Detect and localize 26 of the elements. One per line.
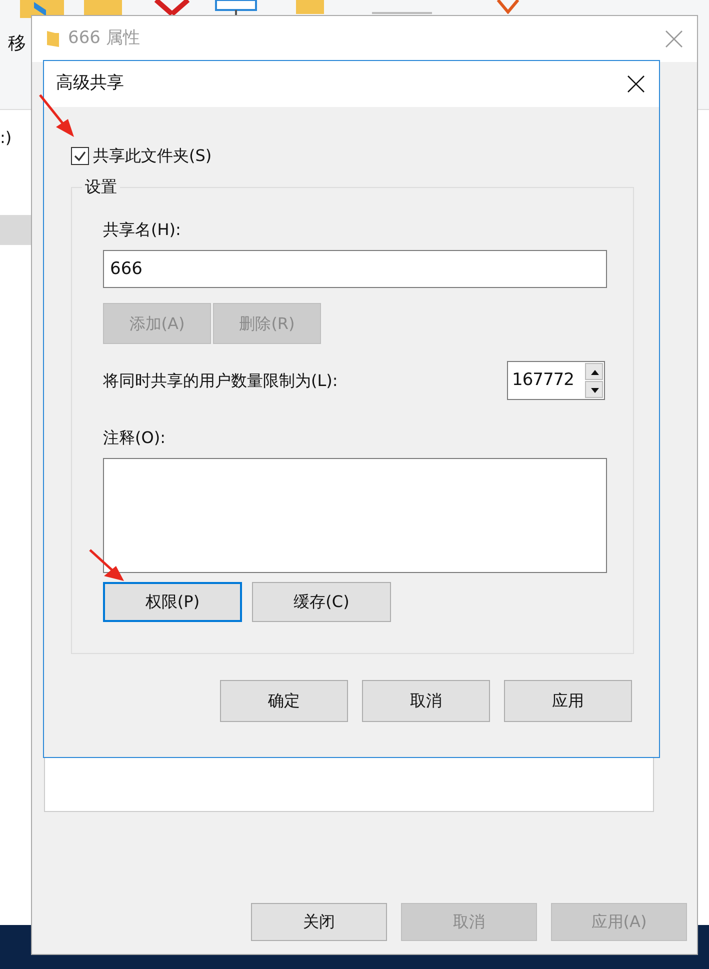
- share-name-field[interactable]: 666: [103, 250, 607, 288]
- user-limit-label: 将同时共享的用户数量限制为(L):: [103, 370, 338, 392]
- dialog-title: 高级共享: [56, 72, 125, 96]
- group-button[interactable]: 缓存(C): [252, 582, 391, 622]
- rename-icon[interactable]: [214, 0, 258, 18]
- sidebar-item[interactable]: :): [0, 126, 12, 150]
- delete-icon[interactable]: [152, 0, 192, 16]
- dialog-button[interactable]: 应用: [504, 680, 632, 722]
- folder-icon: [46, 30, 60, 48]
- dialog-button[interactable]: 取消: [362, 680, 490, 722]
- spin-up-icon[interactable]: [585, 363, 603, 380]
- dialog-button[interactable]: 确定: [220, 680, 348, 722]
- close-icon[interactable]: [627, 75, 645, 93]
- checkbox[interactable]: [71, 147, 89, 165]
- dialog-button[interactable]: 关闭: [251, 903, 387, 941]
- checkbox-label[interactable]: 共享此文件夹(S): [93, 144, 212, 168]
- share-name-label: 共享名(H):: [103, 219, 181, 240]
- window-title: 666 属性: [68, 27, 141, 50]
- group-button[interactable]: 权限(P): [103, 582, 242, 622]
- comment-label: 注释(O):: [103, 427, 166, 448]
- comment-field[interactable]: [103, 458, 607, 573]
- ribbon-label[interactable]: 移: [8, 30, 26, 57]
- annotation-arrow: [88, 548, 126, 584]
- spin-down-icon[interactable]: [585, 381, 603, 398]
- annotation-arrow: [38, 93, 76, 139]
- user-limit-spinner[interactable]: 167772: [507, 361, 605, 400]
